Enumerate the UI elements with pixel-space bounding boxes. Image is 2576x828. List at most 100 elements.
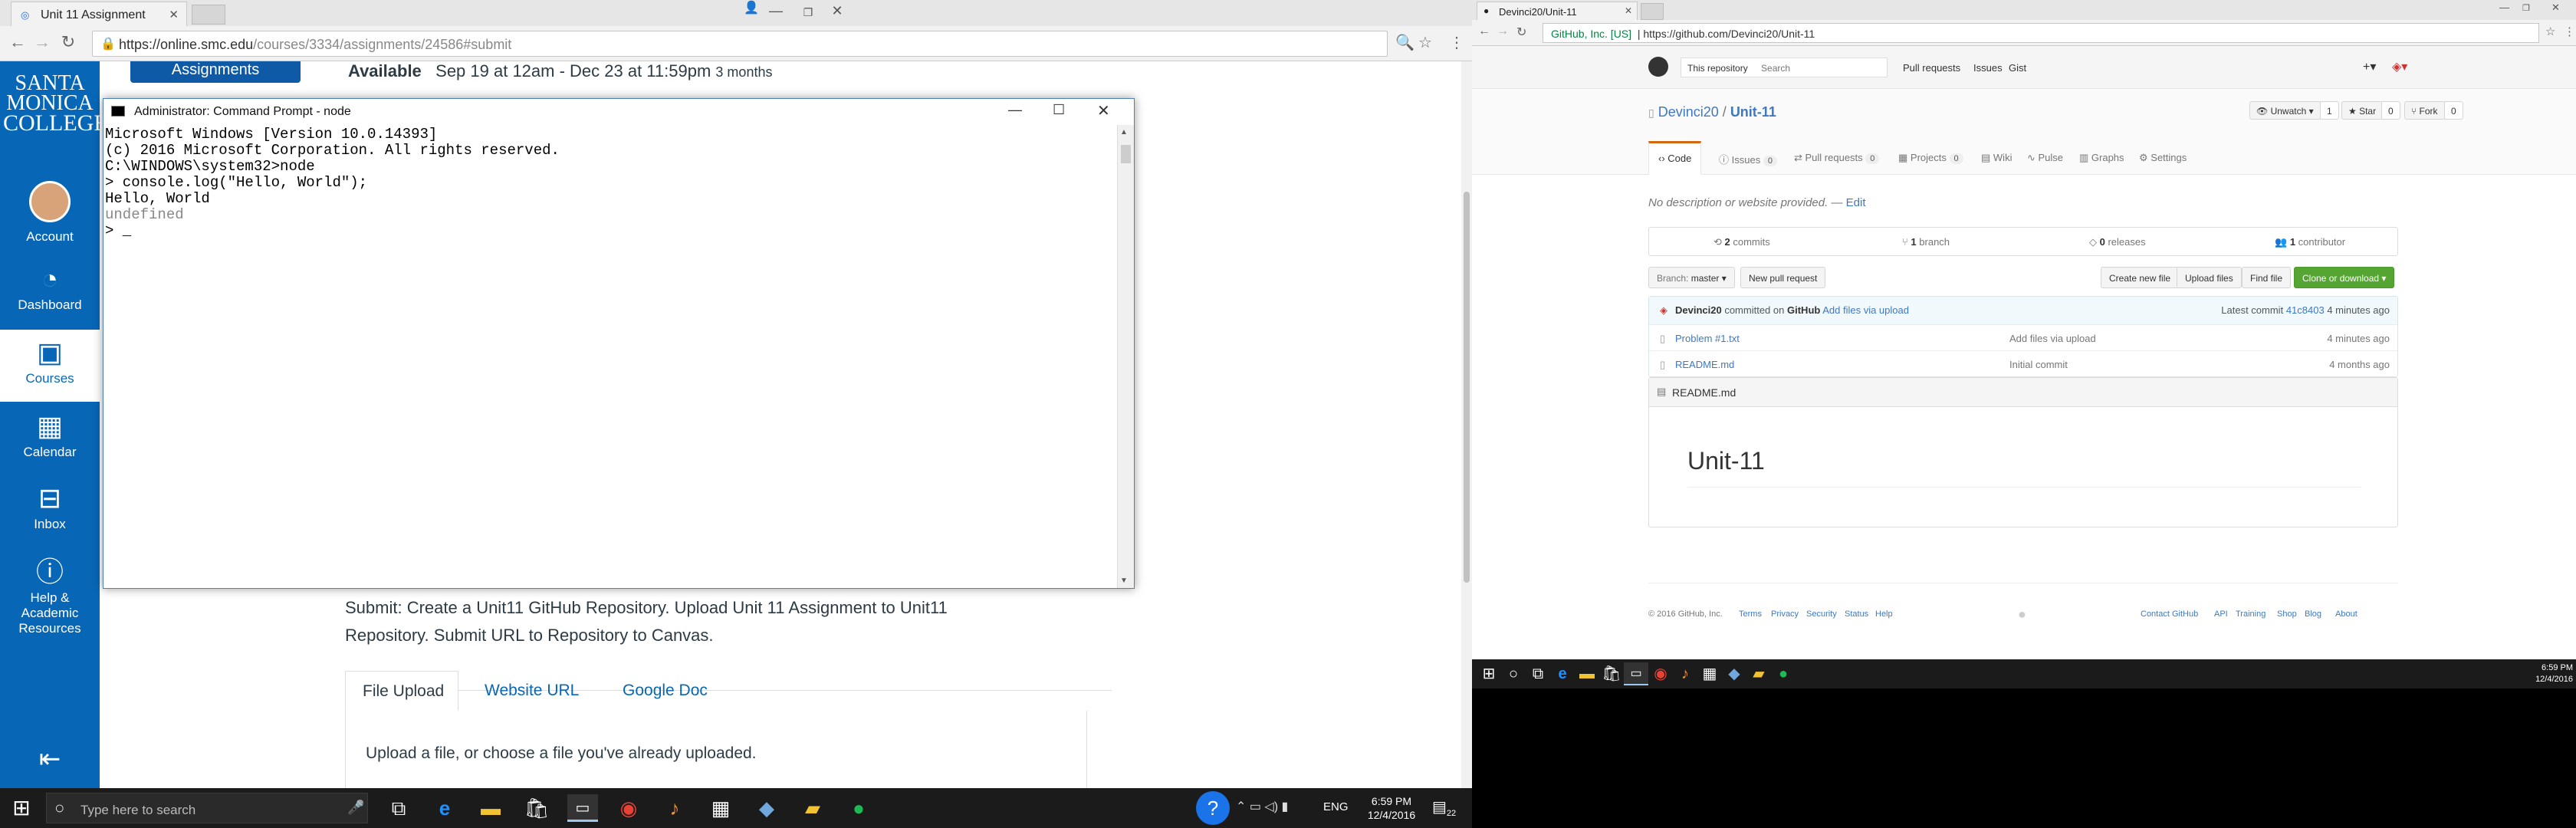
footer-contact[interactable]: Contact GitHub — [2141, 610, 2198, 619]
footer-api[interactable]: API — [2214, 610, 2228, 619]
footer-about[interactable]: About — [2335, 610, 2358, 619]
command-prompt-window[interactable]: Administrator: Command Prompt - node — ☐… — [103, 98, 1135, 589]
commit-sha[interactable]: 41c8403 — [2286, 304, 2325, 316]
forward-icon[interactable]: → — [1497, 25, 1509, 38]
collapse-nav-icon[interactable]: ⇤ — [0, 744, 100, 774]
new-plus-icon[interactable]: +▾ — [2363, 59, 2376, 74]
header-issues[interactable]: Issues — [1973, 62, 2003, 74]
edge-icon[interactable]: e — [429, 794, 460, 822]
windows-start-icon[interactable]: ⊞ — [1477, 662, 1501, 685]
tab-settings[interactable]: ⚙ Settings — [2139, 141, 2187, 175]
cmd-close-icon[interactable]: ✕ — [1097, 101, 1110, 120]
fork-button[interactable]: ⑂ Fork — [2404, 101, 2445, 120]
scrollbar-thumb[interactable] — [1464, 192, 1470, 583]
star-button[interactable]: ★ Star — [2341, 101, 2384, 120]
restore-icon[interactable]: ❐ — [793, 6, 823, 19]
github-search-input[interactable]: This repository Search — [1681, 58, 1888, 77]
scroll-up-icon[interactable]: ▲ — [1120, 128, 1128, 136]
commit-author[interactable]: Devinci20 — [1675, 304, 1722, 316]
store-icon[interactable]: 🛍 — [1599, 662, 1624, 685]
clone-download-button[interactable]: Clone or download ▾ — [2294, 267, 2395, 288]
close-tab-icon[interactable]: ✕ — [169, 8, 179, 21]
file-name[interactable]: README.md — [1675, 359, 1734, 370]
header-gist[interactable]: Gist — [2009, 62, 2026, 74]
task-view-icon[interactable]: ⧉ — [383, 794, 414, 822]
taskbar-clock-right[interactable]: 6:59 PM 12/4/2016 — [2530, 662, 2573, 685]
cmd-taskbar-icon[interactable]: ▭ — [1624, 662, 1648, 685]
windows-start-icon[interactable]: ⊞ — [6, 794, 37, 822]
file-explorer-icon[interactable]: ▬ — [475, 794, 506, 822]
sticky-notes-icon[interactable]: ▰ — [797, 794, 828, 822]
star-count[interactable]: 0 — [2381, 101, 2400, 120]
minimize-icon[interactable]: — — [2499, 2, 2509, 13]
branch-select[interactable]: Branch: master ▾ — [1648, 267, 1735, 288]
tab-file-upload[interactable]: File Upload — [345, 671, 458, 711]
cmd-maximize-icon[interactable]: ☐ — [1053, 102, 1065, 118]
header-pull-requests[interactable]: Pull requests — [1903, 62, 1960, 74]
file-name[interactable]: Problem #1.txt — [1675, 333, 1740, 344]
new-tab-button[interactable] — [1641, 3, 1664, 20]
tray-icons[interactable]: ⌃ ▭ ◁) ▮ — [1236, 799, 1288, 814]
spotify-icon[interactable]: ● — [843, 794, 874, 822]
restore-icon[interactable]: ❐ — [2522, 3, 2530, 13]
menu-kebab-icon[interactable]: ⋮ — [1449, 33, 1464, 52]
cmd-taskbar-icon[interactable]: ▭ — [567, 794, 598, 822]
footer-terms[interactable]: Terms — [1739, 610, 1762, 619]
table-row[interactable]: ▯ Problem #1.txt Add files via upload 4 … — [1649, 324, 2397, 350]
chrome-icon[interactable]: ◉ — [1648, 662, 1673, 685]
zoom-icon[interactable]: 🔍 — [1395, 33, 1414, 52]
close-window-icon[interactable]: ✕ — [2551, 2, 2560, 14]
commits-link[interactable]: ⟲ 2 commits — [1714, 236, 1770, 248]
nav-account[interactable]: Account — [0, 176, 100, 245]
file-commit-message[interactable]: Add files via upload — [2009, 333, 2096, 344]
github-logo-icon[interactable] — [1648, 57, 1668, 77]
footer-security[interactable]: Security — [1806, 610, 1837, 619]
reload-icon[interactable]: ↻ — [1516, 25, 1526, 40]
tab-pulse[interactable]: ∿ Pulse — [2027, 141, 2063, 175]
footer-status[interactable]: Status — [1845, 610, 1868, 619]
calculator-icon[interactable]: ▦ — [705, 794, 736, 822]
app-icon[interactable]: ◆ — [1722, 662, 1746, 685]
watch-count[interactable]: 1 — [2320, 101, 2339, 120]
notification-icon[interactable]: ▤22 — [1432, 797, 1456, 818]
unwatch-button[interactable]: 👁 Unwatch ▾ — [2249, 101, 2321, 120]
scroll-down-icon[interactable]: ▼ — [1120, 577, 1128, 585]
edge-icon[interactable]: e — [1550, 662, 1575, 685]
cmd-minimize-icon[interactable]: — — [1008, 102, 1022, 118]
sticky-notes-icon[interactable]: ▰ — [1746, 662, 1771, 685]
tab-google-doc[interactable]: Google Doc — [623, 682, 708, 700]
reload-icon[interactable]: ↻ — [57, 32, 80, 52]
taskbar-search-box[interactable]: ○ Type here to search 🎤 — [46, 793, 368, 823]
edit-description-link[interactable]: Edit — [1846, 196, 1866, 209]
commit-message[interactable]: Add files via upload — [1822, 304, 1909, 316]
bookmark-star-icon[interactable]: ☆ — [1418, 33, 1432, 52]
spotify-icon[interactable]: ● — [1771, 662, 1796, 685]
close-window-icon[interactable]: ✕ — [822, 3, 853, 19]
fl-studio-icon[interactable]: ♪ — [1673, 662, 1697, 685]
find-file-button[interactable]: Find file — [2242, 267, 2292, 288]
minimize-icon[interactable]: — — [761, 3, 791, 19]
cmd-scrollbar[interactable]: ▲ ▼ — [1117, 125, 1134, 588]
tab-code[interactable]: ‹› Code — [1648, 141, 1702, 175]
browser-tab-active[interactable]: ◎ Unit 11 Assignment ✕ — [11, 2, 187, 26]
create-new-file-button[interactable]: Create new file — [2101, 267, 2180, 288]
microphone-icon[interactable]: 🎤 — [347, 800, 364, 816]
user-avatar-icon[interactable]: ◈▾ — [2392, 59, 2407, 74]
table-row[interactable]: ▯ README.md Initial commit 4 months ago — [1649, 350, 2397, 376]
file-commit-message[interactable]: Initial commit — [2009, 359, 2068, 370]
cmd-console-output[interactable]: Microsoft Windows [Version 10.0.14393] (c… — [104, 125, 1117, 588]
nav-dashboard[interactable]: ◔ Dashboard — [0, 258, 100, 327]
fl-studio-icon[interactable]: ♪ — [659, 794, 690, 822]
page-scrollbar[interactable] — [1461, 61, 1472, 788]
nav-help[interactable]: ⓘ Help & Academic Resources — [0, 549, 100, 641]
footer-shop[interactable]: Shop — [2277, 610, 2297, 619]
bookmark-star-icon[interactable]: ☆ — [2545, 25, 2555, 38]
tab-pull-requests[interactable]: ⇄ Pull requests 0 — [1794, 141, 1880, 175]
back-icon[interactable]: ← — [1478, 25, 1490, 38]
calculator-icon[interactable]: ▦ — [1697, 662, 1722, 685]
cmd-title-bar[interactable]: Administrator: Command Prompt - node — ☐… — [104, 99, 1134, 125]
footer-training[interactable]: Training — [2236, 610, 2266, 619]
branch-link[interactable]: ⑂ 1 branch — [1902, 236, 1950, 248]
close-tab-icon[interactable]: ✕ — [1625, 5, 1632, 16]
footer-blog[interactable]: Blog — [2305, 610, 2321, 619]
